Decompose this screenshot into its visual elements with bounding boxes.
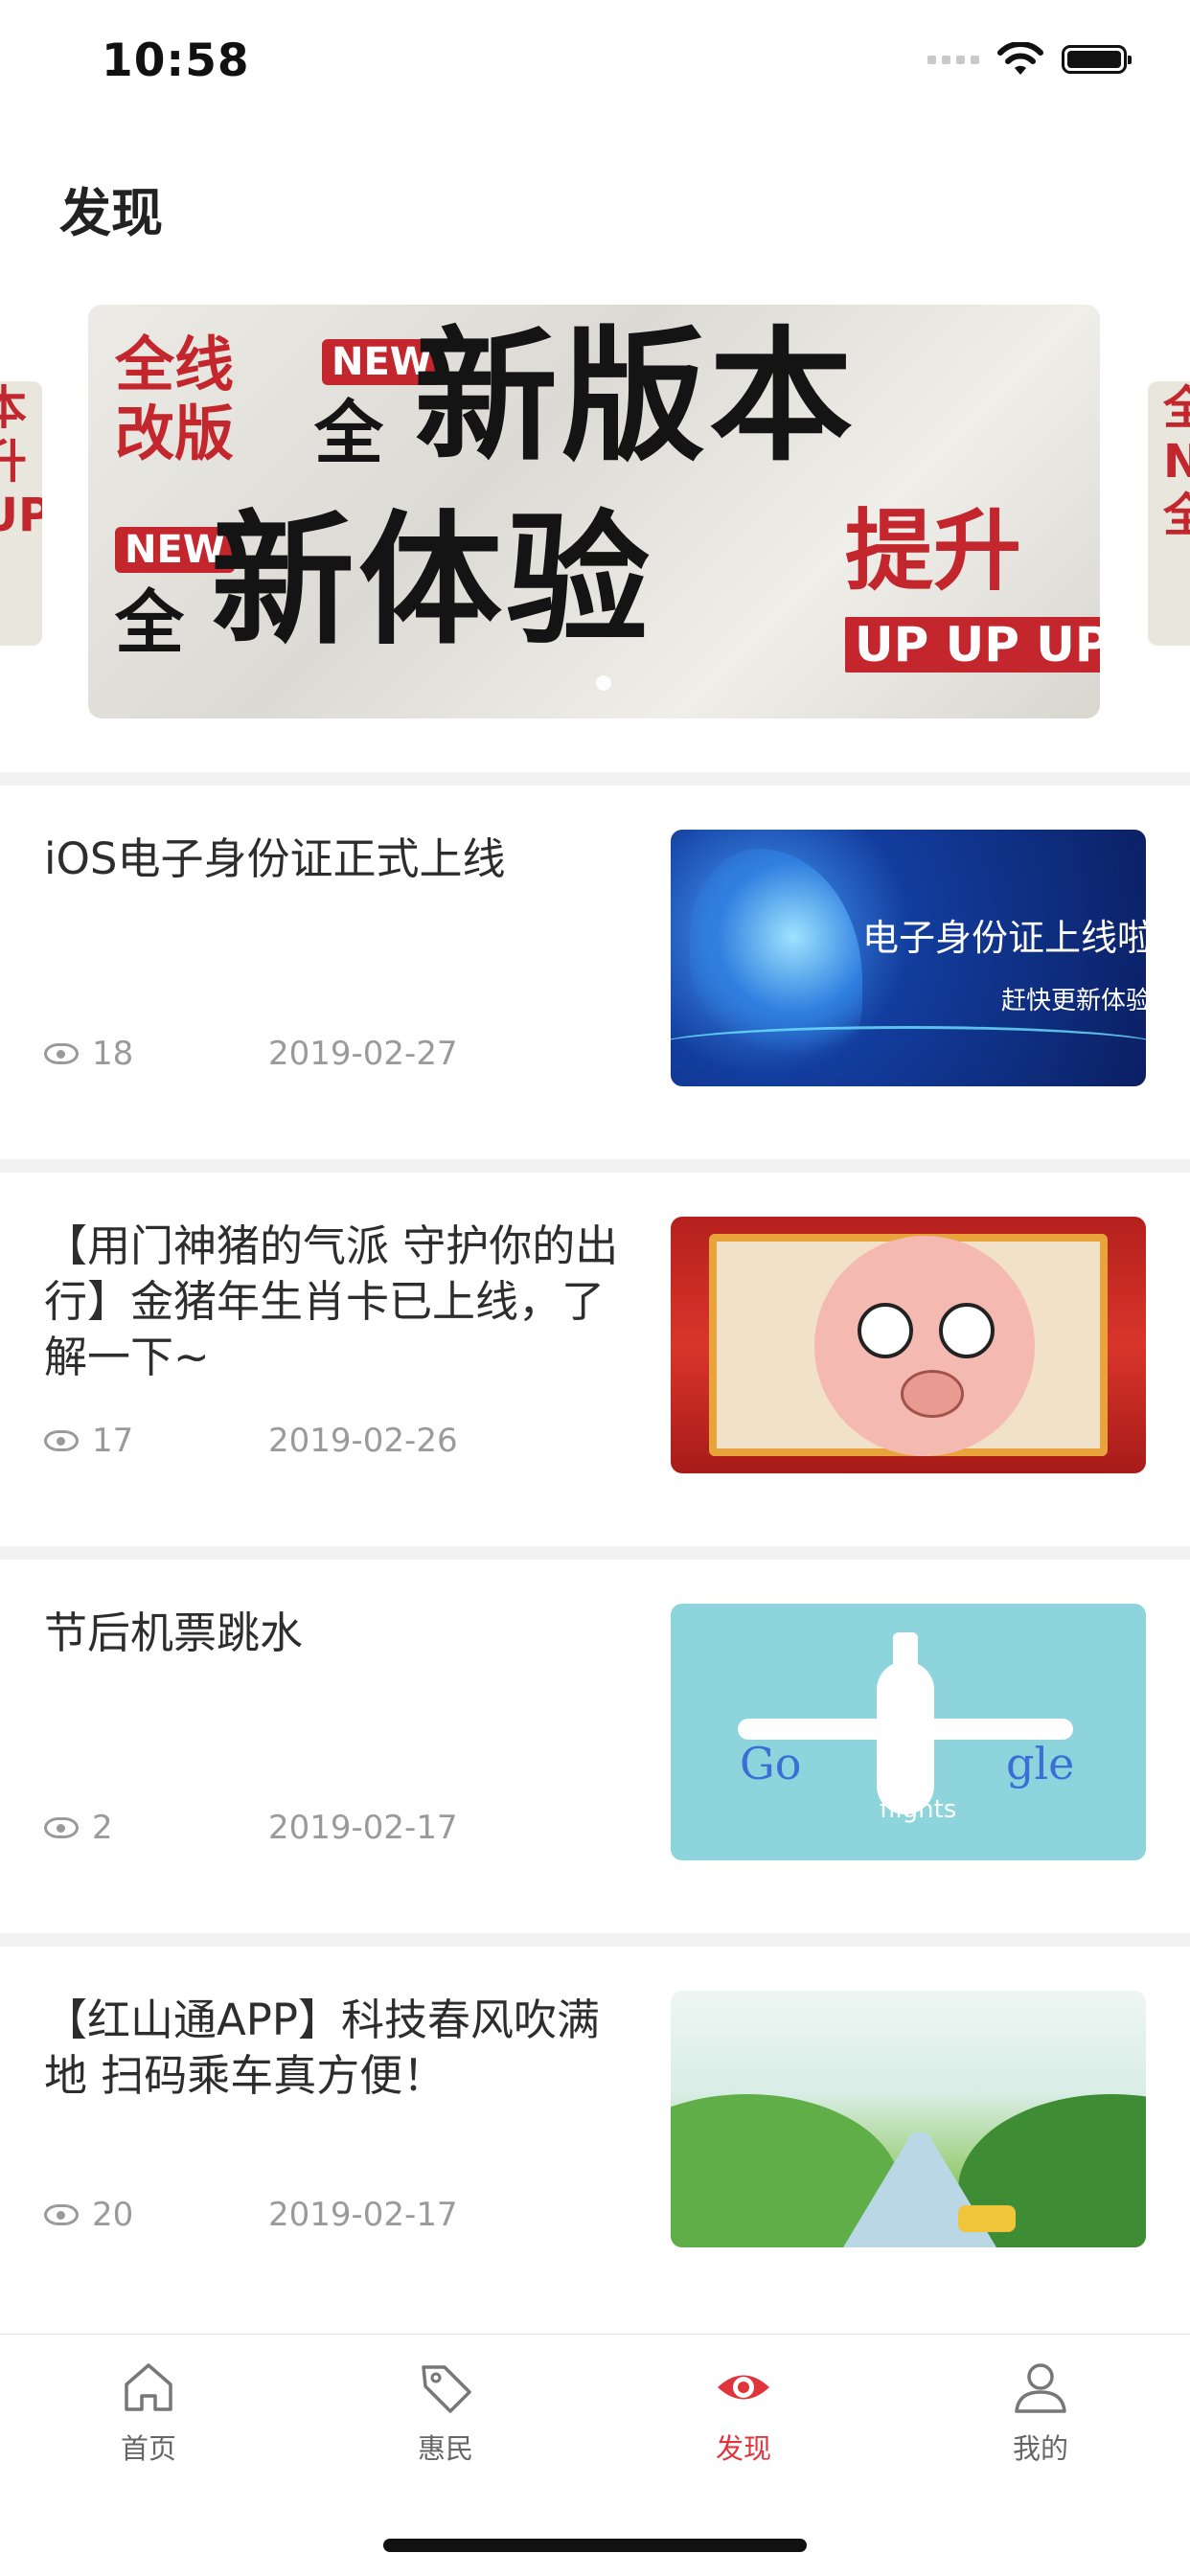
thumbnail-subtext: 赶快更新体验 [1001,987,1146,1015]
wifi-icon [997,42,1043,75]
home-indicator[interactable] [383,2539,807,2552]
news-thumbnail: 电子身份证上线啦 赶快更新体验 [671,830,1146,1086]
eye-icon [718,2375,769,2400]
banner-prev-peek[interactable]: 本升UP [0,381,42,646]
news-title: 【红山通APP】科技春风吹满地 扫码乘车真方便！ [44,1995,601,2101]
news-date: 2019-02-17 [268,2196,458,2234]
section-divider [0,1546,1190,1560]
eye-icon [44,1817,79,1838]
tab-label: 发现 [715,2432,771,2465]
view-count: 20 [92,2196,134,2234]
carousel-indicator-dot [596,675,611,691]
thumbnail-text: 电子身份证上线啦 [862,917,1146,959]
thumbnail-subtext: flights [880,1795,957,1824]
home-icon [125,2363,172,2411]
status-bar: 10:58 [0,0,1190,126]
tab-benefits[interactable]: 惠民 [388,2358,503,2467]
view-count: 17 [92,1422,134,1460]
section-divider [0,1159,1190,1173]
car-graphic [958,2205,1016,2232]
news-title: 节后机票跳水 [44,1607,304,1658]
news-thumbnail [671,1991,1146,2247]
banner-slide[interactable]: 全线 改版 NEW 全 新版本 NEW 全 新体验 提升 UP UP UP [88,305,1100,718]
tab-label: 我的 [1012,2432,1068,2465]
battery-icon [1062,45,1132,74]
view-count: 2 [92,1809,113,1847]
section-divider [0,772,1190,786]
banner-next-peek[interactable]: 全NE全 [1148,381,1190,646]
pig-snout [901,1370,964,1418]
tab-label: 首页 [120,2432,176,2465]
status-time: 10:58 [102,34,250,87]
news-date: 2019-02-27 [268,1035,458,1073]
news-thumbnail: Go gle flights [671,1604,1146,1860]
tab-label: 惠民 [417,2432,473,2465]
thumbnail-logo-right: gle [1006,1738,1075,1790]
news-date: 2019-02-17 [268,1809,458,1847]
tag-icon [422,2365,471,2413]
tab-home[interactable]: 首页 [91,2358,206,2467]
news-item[interactable]: 【红山通APP】科技春风吹满地 扫码乘车真方便！ 20 2019-02-17 [0,1947,1190,2320]
thumbnail-logo-left: Go [740,1738,802,1790]
banner-text-quan: 全 [314,393,384,473]
banner-text-xintiyan: 新体验 [211,498,654,665]
banner-text-tisheng: 提升 [845,500,1022,603]
news-item[interactable]: 【用门神猪的气派 守护你的出行】金猪年生肖卡已上线，了解一下~ 17 2019-… [0,1173,1190,1546]
news-title: 【用门神猪的气派 守护你的出行】金猪年生肖卡已上线，了解一下~ [44,1220,619,1382]
banner-text-gaiban: 改版 [115,399,235,468]
section-divider [0,1933,1190,1947]
news-item[interactable]: 节后机票跳水 2 2019-02-17 Go gle flights [0,1560,1190,1933]
news-meta: 17 2019-02-26 [44,1422,458,1460]
news-meta: 2 2019-02-17 [44,1809,458,1847]
pig-eye [939,1303,995,1358]
tab-discover[interactable]: 发现 [686,2358,801,2467]
pig-illustration [814,1236,1035,1456]
page-title: 发现 [59,183,163,243]
banner-text-quanxian: 全线 [115,330,235,399]
news-meta: 18 2019-02-27 [44,1035,458,1073]
user-icon [1015,2363,1066,2413]
pig-eye [858,1303,913,1358]
wave-graphic [671,1026,1146,1067]
banner-text-xinbanben: 新版本 [414,314,858,481]
news-title: iOS电子身份证正式上线 [44,833,506,884]
news-item[interactable]: iOS电子身份证正式上线 18 2019-02-27 电子身份证上线啦 赶快更新… [0,786,1190,1159]
eye-icon [44,1043,79,1064]
view-count: 18 [92,1035,134,1073]
status-icons [927,42,1132,77]
news-meta: 20 2019-02-17 [44,2196,458,2234]
banner-text-upupup: UP UP UP [845,617,1100,672]
eye-icon [44,1430,79,1451]
cellular-signal-icon [927,55,979,64]
news-thumbnail [671,1217,1146,1473]
plane-body [877,1661,934,1814]
eye-icon [44,2204,79,2225]
tab-profile[interactable]: 我的 [983,2358,1098,2467]
banner-text-quan-2: 全 [115,582,185,663]
news-date: 2019-02-26 [268,1422,458,1460]
